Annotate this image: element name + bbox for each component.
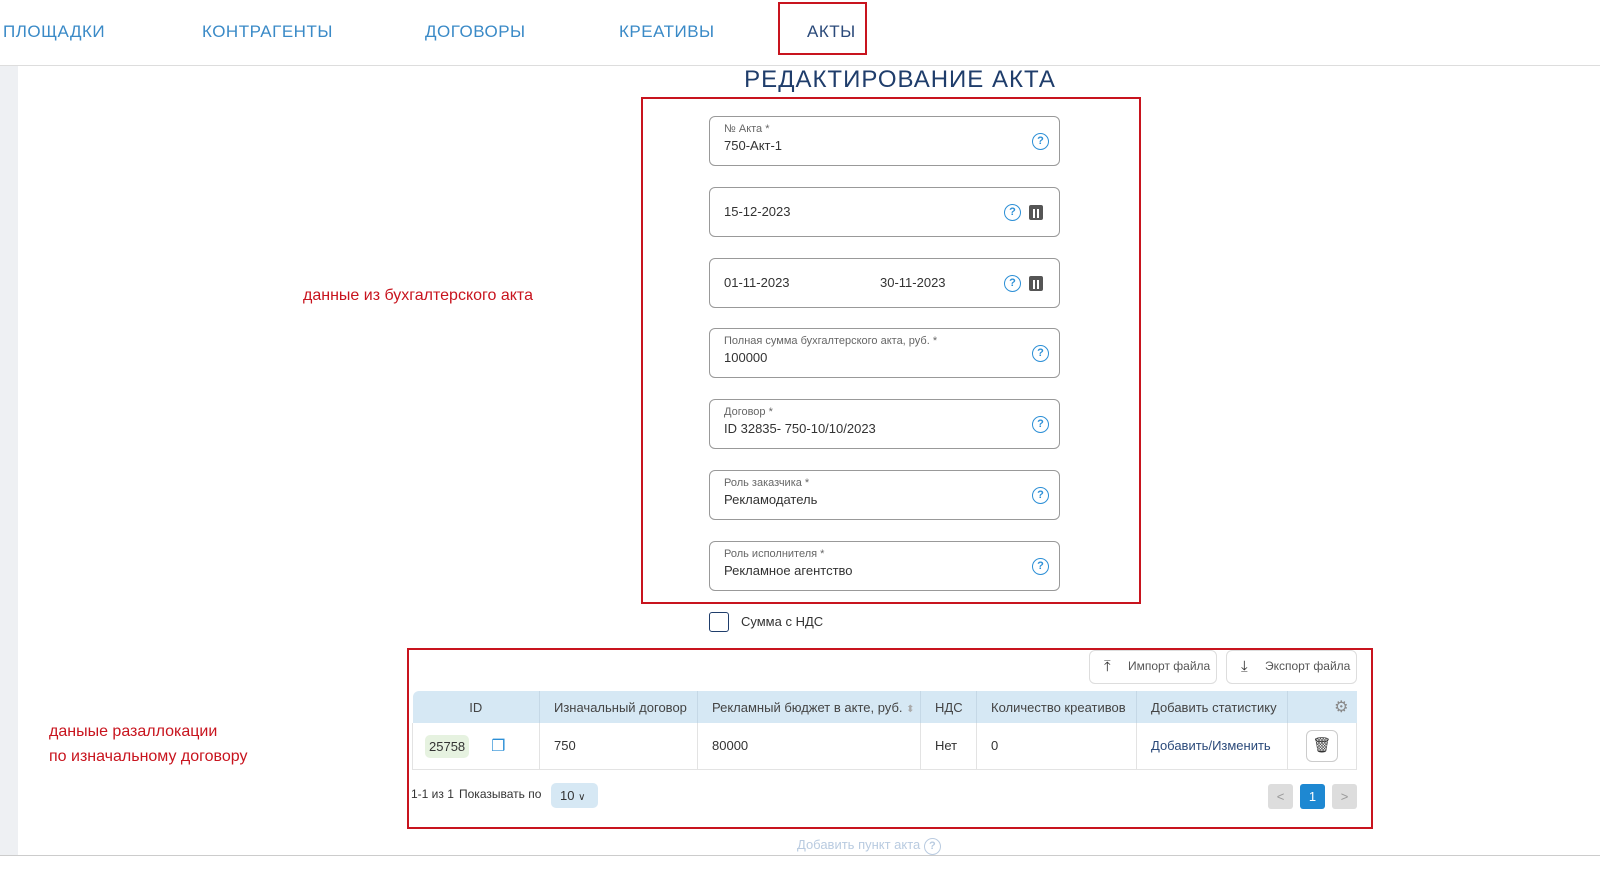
folder-icon[interactable]: ❐ <box>491 736 505 756</box>
field-value: ID 32835- 750-10/10/2023 <box>724 421 876 436</box>
chevron-down-icon: ∨ <box>578 792 586 803</box>
vat-checkbox[interactable] <box>709 612 729 632</box>
divider <box>0 855 1600 856</box>
help-icon[interactable]: ? <box>1032 558 1049 575</box>
annotation-accounting: данные из бухгалтерского акта <box>303 287 533 304</box>
col-id[interactable]: ID <box>412 691 540 723</box>
field-label: Роль заказчика * <box>724 477 810 489</box>
nav-creatives[interactable]: КРЕАТИВЫ <box>619 22 715 42</box>
page-size-value: 10 <box>560 788 575 803</box>
period-from: 01-11-2023 <box>724 275 790 290</box>
field-value: Рекламное агентство <box>724 563 853 578</box>
annotation-line: даныые разаллокации <box>49 723 218 740</box>
nav-contractors[interactable]: КОНТРАГЕНТЫ <box>202 22 333 42</box>
cell-stats: Добавить/Изменить <box>1136 723 1288 770</box>
cell-actions: 🗑 <box>1287 723 1357 770</box>
button-label: Импорт файла <box>1128 659 1211 673</box>
executor-role-field[interactable]: Роль исполнителя * Рекламное агентство ? <box>709 541 1060 591</box>
page-1-button[interactable]: 1 <box>1300 784 1325 809</box>
export-file-button[interactable]: ⤓ Экспорт файла <box>1226 650 1357 684</box>
reallocation-table: ID Изначальный договор Рекламный бюджет … <box>412 691 1357 770</box>
sidebar-strip <box>0 66 18 856</box>
col-stats[interactable]: Добавить статистику <box>1136 691 1288 723</box>
field-label: Полная сумма бухгалтерского акта, руб. * <box>724 335 938 347</box>
add-item-label: Добавить пункт акта <box>797 837 921 852</box>
act-date-field[interactable]: 15-12-2023 ? <box>709 187 1060 237</box>
field-label: Роль исполнителя * <box>724 548 825 560</box>
contract-field[interactable]: Договор * ID 32835- 750-10/10/2023 ? <box>709 399 1060 449</box>
period-field[interactable]: 01-11-2023 30-11-2023 ? <box>709 258 1060 308</box>
sort-icon[interactable]: ⬍ <box>906 704 914 715</box>
cell-id: 25758 ❐ <box>412 723 540 770</box>
field-value: Рекламодатель <box>724 492 818 507</box>
calendar-icon[interactable] <box>1029 276 1043 291</box>
col-label: Рекламный бюджет в акте, руб. <box>712 699 903 715</box>
vat-checkbox-label: Сумма с НДС <box>741 614 824 629</box>
nav-contracts[interactable]: ДОГОВОРЫ <box>425 22 526 42</box>
col-creatives[interactable]: Количество креативов <box>976 691 1137 723</box>
button-label: Экспорт файла <box>1265 659 1351 673</box>
upload-icon: ⤒ <box>1104 658 1111 675</box>
field-value: 15-12-2023 <box>724 204 791 219</box>
download-icon: ⤓ <box>1241 658 1248 675</box>
page-title: РЕДАКТИРОВАНИЕ АКТА <box>744 66 1056 93</box>
cell-creatives: 0 <box>976 723 1137 770</box>
highlight-acts-tab <box>778 2 867 55</box>
help-icon[interactable]: ? <box>1032 416 1049 433</box>
col-contract[interactable]: Изначальный договор <box>539 691 698 723</box>
cell-contract: 750 <box>539 723 698 770</box>
import-file-button[interactable]: ⤒ Импорт файла <box>1089 650 1217 684</box>
help-icon[interactable]: ? <box>1004 204 1021 221</box>
add-edit-stats-link[interactable]: Добавить/Изменить <box>1151 738 1271 753</box>
delete-trash-icon[interactable]: 🗑 <box>1306 729 1338 762</box>
page-size-label: Показывать по <box>459 787 542 801</box>
prev-page-button[interactable]: < <box>1268 784 1293 809</box>
cell-budget: 80000 <box>697 723 921 770</box>
total-sum-field[interactable]: Полная сумма бухгалтерского акта, руб. *… <box>709 328 1060 378</box>
col-budget[interactable]: Рекламный бюджет в акте, руб. ⬍ <box>697 691 921 723</box>
settings-gear-icon[interactable]: ⚙ <box>1287 691 1357 723</box>
pagination-range: 1-1 из 1 <box>411 787 454 801</box>
id-chip[interactable]: 25758 <box>425 734 470 758</box>
page-size-select[interactable]: 10 ∨ <box>551 783 598 808</box>
help-icon[interactable]: ? <box>1032 487 1049 504</box>
table-header: ID Изначальный договор Рекламный бюджет … <box>412 691 1357 723</box>
field-value: 100000 <box>724 350 768 365</box>
help-icon[interactable]: ? <box>1032 133 1049 150</box>
help-icon[interactable]: ? <box>1032 345 1049 362</box>
period-to: 30-11-2023 <box>880 275 946 290</box>
col-vat[interactable]: НДС <box>920 691 977 723</box>
nav-platforms[interactable]: ПЛОЩАДКИ <box>3 22 105 42</box>
cell-vat: Нет <box>920 723 977 770</box>
act-number-field[interactable]: № Акта * 750-Акт-1 ? <box>709 116 1060 166</box>
customer-role-field[interactable]: Роль заказчика * Рекламодатель ? <box>709 470 1060 520</box>
annotation-line: по изначальному договору <box>49 748 248 765</box>
add-act-item-button[interactable]: Добавить пункт акта ? <box>797 837 941 855</box>
annotation-realloc: даныые разаллокации по изначальному дого… <box>49 719 247 769</box>
field-value: 750-Акт-1 <box>724 138 783 153</box>
calendar-icon[interactable] <box>1029 205 1043 220</box>
field-label: Договор * <box>724 406 773 418</box>
help-icon[interactable]: ? <box>1004 275 1021 292</box>
next-page-button[interactable]: > <box>1332 784 1357 809</box>
field-label: № Акта * <box>724 123 770 135</box>
table-row: 25758 ❐ 750 80000 Нет 0 Добавить/Изменить… <box>412 723 1357 770</box>
help-icon[interactable]: ? <box>923 838 941 855</box>
